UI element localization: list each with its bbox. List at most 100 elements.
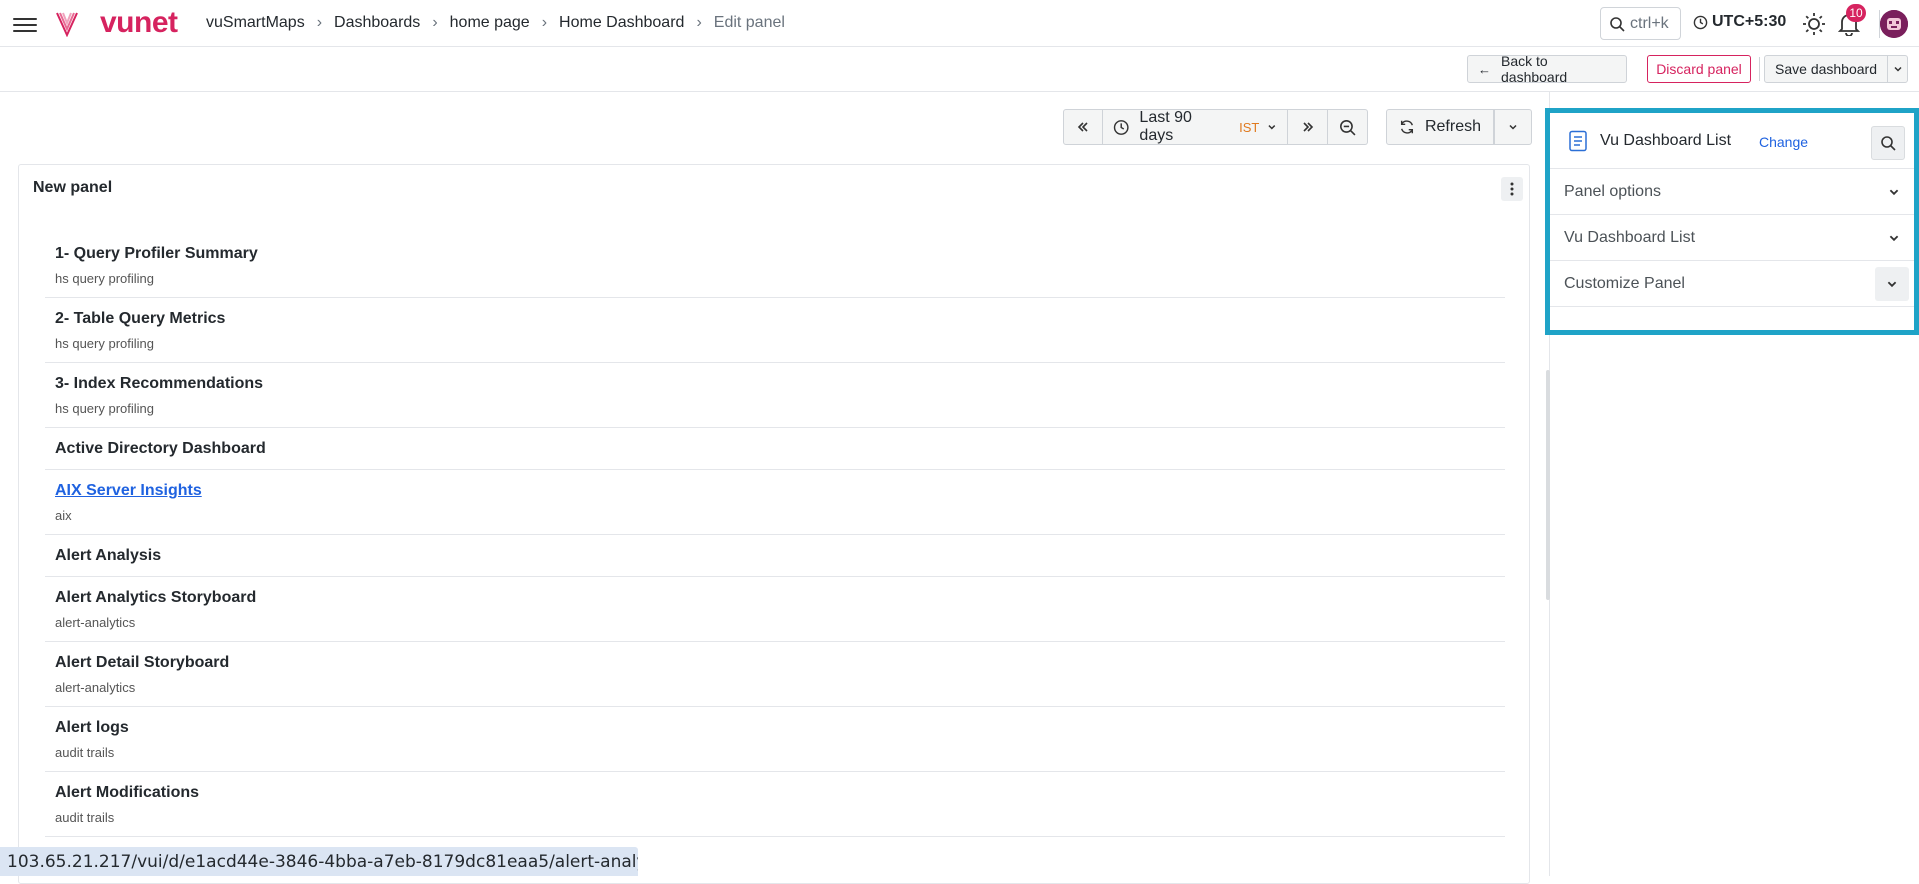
list-item[interactable]: AIX Server Insights aix	[45, 470, 1505, 535]
chevron-down-icon	[1889, 189, 1899, 196]
status-bar-url: 103.65.21.217/vui/d/e1acd44e-3846-4bba-a…	[0, 847, 638, 876]
chevron-down-icon	[1893, 66, 1902, 72]
dashboard-tag: alert-analytics	[55, 680, 136, 695]
chevron-down-icon	[1887, 281, 1897, 288]
list-item[interactable]: Alert Detail Storyboard alert-analytics	[45, 642, 1505, 707]
list-item[interactable]: Alert logs audit trails	[45, 707, 1505, 772]
list-item[interactable]: 3- Index Recommendations hs query profil…	[45, 363, 1505, 428]
dashboard-tag: alert-analytics	[55, 615, 136, 630]
dashboard-tag: hs query profiling	[55, 401, 154, 416]
section-label: Panel options	[1564, 182, 1661, 200]
time-range-picker[interactable]: Last 90 days IST	[1103, 109, 1288, 145]
list-item[interactable]: Alert Analytics Storyboard alert-analyti…	[45, 577, 1505, 642]
search-icon	[1610, 16, 1625, 32]
dashboard-tag: audit trails	[55, 810, 115, 825]
time-picker-group: Last 90 days IST	[1063, 109, 1368, 145]
panel-menu-button[interactable]	[1501, 177, 1523, 201]
breadcrumb: vuSmartMaps › Dashboards › home page › H…	[206, 14, 785, 32]
more-vertical-icon	[1510, 182, 1514, 196]
visualization-header: Vu Dashboard List Change	[1550, 113, 1914, 169]
dashboard-tag: hs query profiling	[55, 336, 154, 351]
dashboard-name[interactable]: Active Directory Dashboard	[55, 440, 1495, 458]
time-range-label: Last 90 days	[1139, 109, 1192, 144]
section-customize-panel[interactable]: Customize Panel	[1550, 261, 1914, 307]
refresh-group: Refresh	[1386, 109, 1532, 145]
clock-icon	[1113, 119, 1129, 135]
discard-panel-button[interactable]: Discard panel	[1647, 55, 1751, 83]
zoom-out-button[interactable]	[1328, 109, 1368, 145]
dashboard-name[interactable]: 2- Table Query Metrics	[55, 310, 1495, 328]
dashboard-name[interactable]: 1- Query Profiler Summary	[55, 245, 1495, 263]
breadcrumb-vusmartmaps[interactable]: vuSmartMaps	[206, 14, 305, 32]
list-item[interactable]: 2- Table Query Metrics hs query profilin…	[45, 298, 1505, 363]
timezone-indicator[interactable]: UTC+5:30	[1693, 13, 1786, 31]
dashboard-name[interactable]: Alert Analytics Storyboard	[55, 589, 1495, 607]
pane-scrollbar[interactable]	[1546, 370, 1550, 600]
chevron-right-icon: ›	[316, 14, 323, 31]
breadcrumb-home-dashboard[interactable]: Home Dashboard	[559, 14, 684, 32]
panel-preview: New panel 1- Query Profiler Summary hs q…	[18, 164, 1530, 884]
chevrons-left-icon	[1077, 122, 1088, 132]
timezone-label: UTC+5:30	[1712, 13, 1787, 30]
top-navbar: vunet vuSmartMaps › Dashboards › home pa…	[0, 0, 1919, 47]
save-dashboard-button[interactable]: Save dashboard	[1764, 55, 1888, 83]
chevrons-right-icon	[1302, 122, 1313, 132]
list-item[interactable]: Alert Modifications audit trails	[45, 772, 1505, 837]
list-item[interactable]: 1- Query Profiler Summary hs query profi…	[45, 233, 1505, 298]
time-shift-back-button[interactable]	[1063, 109, 1103, 145]
dashboard-name[interactable]: Alert Analysis	[55, 547, 1495, 565]
save-options-dropdown[interactable]	[1887, 55, 1908, 83]
search-options-button[interactable]	[1871, 126, 1905, 160]
visualization-name: Vu Dashboard List	[1600, 132, 1732, 149]
expand-section-button[interactable]	[1875, 267, 1909, 301]
dashboard-tag: hs query profiling	[55, 271, 154, 286]
dashboard-name[interactable]: Alert logs	[55, 719, 1495, 737]
arrow-left-icon: ←	[1478, 61, 1491, 77]
theme-toggle-sun-icon[interactable]	[1802, 12, 1826, 36]
list-document-icon	[1569, 130, 1587, 152]
section-label: Vu Dashboard List	[1564, 228, 1696, 246]
refresh-button[interactable]: Refresh	[1386, 109, 1494, 145]
chevron-down-icon	[1268, 125, 1276, 130]
avatar-image-icon	[1880, 10, 1908, 38]
refresh-interval-dropdown[interactable]	[1494, 109, 1532, 145]
breadcrumb-home-page[interactable]: home page	[450, 14, 530, 32]
breadcrumb-dashboards[interactable]: Dashboards	[334, 14, 420, 32]
chevron-right-icon: ›	[432, 14, 438, 31]
dashboard-name[interactable]: Alert Modifications	[55, 784, 1495, 802]
zoom-out-icon	[1340, 119, 1356, 136]
section-vu-dashboard-list[interactable]: Vu Dashboard List	[1550, 215, 1914, 261]
time-shift-forward-button[interactable]	[1288, 109, 1328, 145]
notification-count-badge: 10	[1846, 4, 1866, 22]
timezone-tag: IST	[1239, 119, 1260, 135]
menu-icon[interactable]	[13, 14, 37, 34]
breadcrumb-edit-panel: Edit panel	[713, 14, 785, 31]
vunet-logo-text[interactable]: vunet	[100, 6, 178, 40]
vunet-logo-icon[interactable]	[55, 11, 79, 37]
dashboard-name[interactable]: 3- Index Recommendations	[55, 375, 1495, 393]
dashboard-name[interactable]: AIX Server Insights	[55, 482, 1495, 500]
dashboard-list: 1- Query Profiler Summary hs query profi…	[45, 233, 1505, 837]
list-item[interactable]: Alert Analysis	[45, 535, 1505, 577]
section-panel-options[interactable]: Panel options	[1550, 169, 1914, 215]
user-avatar[interactable]	[1880, 10, 1908, 38]
panel-options-pane: Vu Dashboard List Change Panel options V…	[1545, 108, 1919, 335]
search-icon	[1881, 136, 1896, 151]
refresh-icon	[1400, 120, 1414, 134]
list-item[interactable]: Active Directory Dashboard	[45, 428, 1505, 470]
global-search-button[interactable]: ctrl+k	[1600, 7, 1681, 40]
change-visualization-link[interactable]: Change	[1759, 134, 1808, 150]
chevron-right-icon: ›	[696, 14, 702, 31]
edit-toolbar: ← Back to dashboard Discard panel Save d…	[0, 47, 1919, 92]
chevron-down-icon	[1509, 124, 1517, 130]
panel-title: New panel	[33, 179, 113, 196]
refresh-label: Refresh	[1424, 118, 1481, 135]
back-to-dashboard-button[interactable]: ← Back to dashboard	[1467, 53, 1627, 85]
divider	[1759, 57, 1760, 81]
dashboard-tag: audit trails	[55, 745, 115, 760]
back-to-dashboard-label: Back to dashboard	[1501, 53, 1568, 85]
dashboard-name[interactable]: Alert Detail Storyboard	[55, 654, 1495, 672]
dashboard-tag: aix	[55, 508, 72, 523]
chevron-right-icon: ›	[541, 14, 548, 31]
search-shortcut-label: ctrl+k	[1630, 14, 1669, 32]
